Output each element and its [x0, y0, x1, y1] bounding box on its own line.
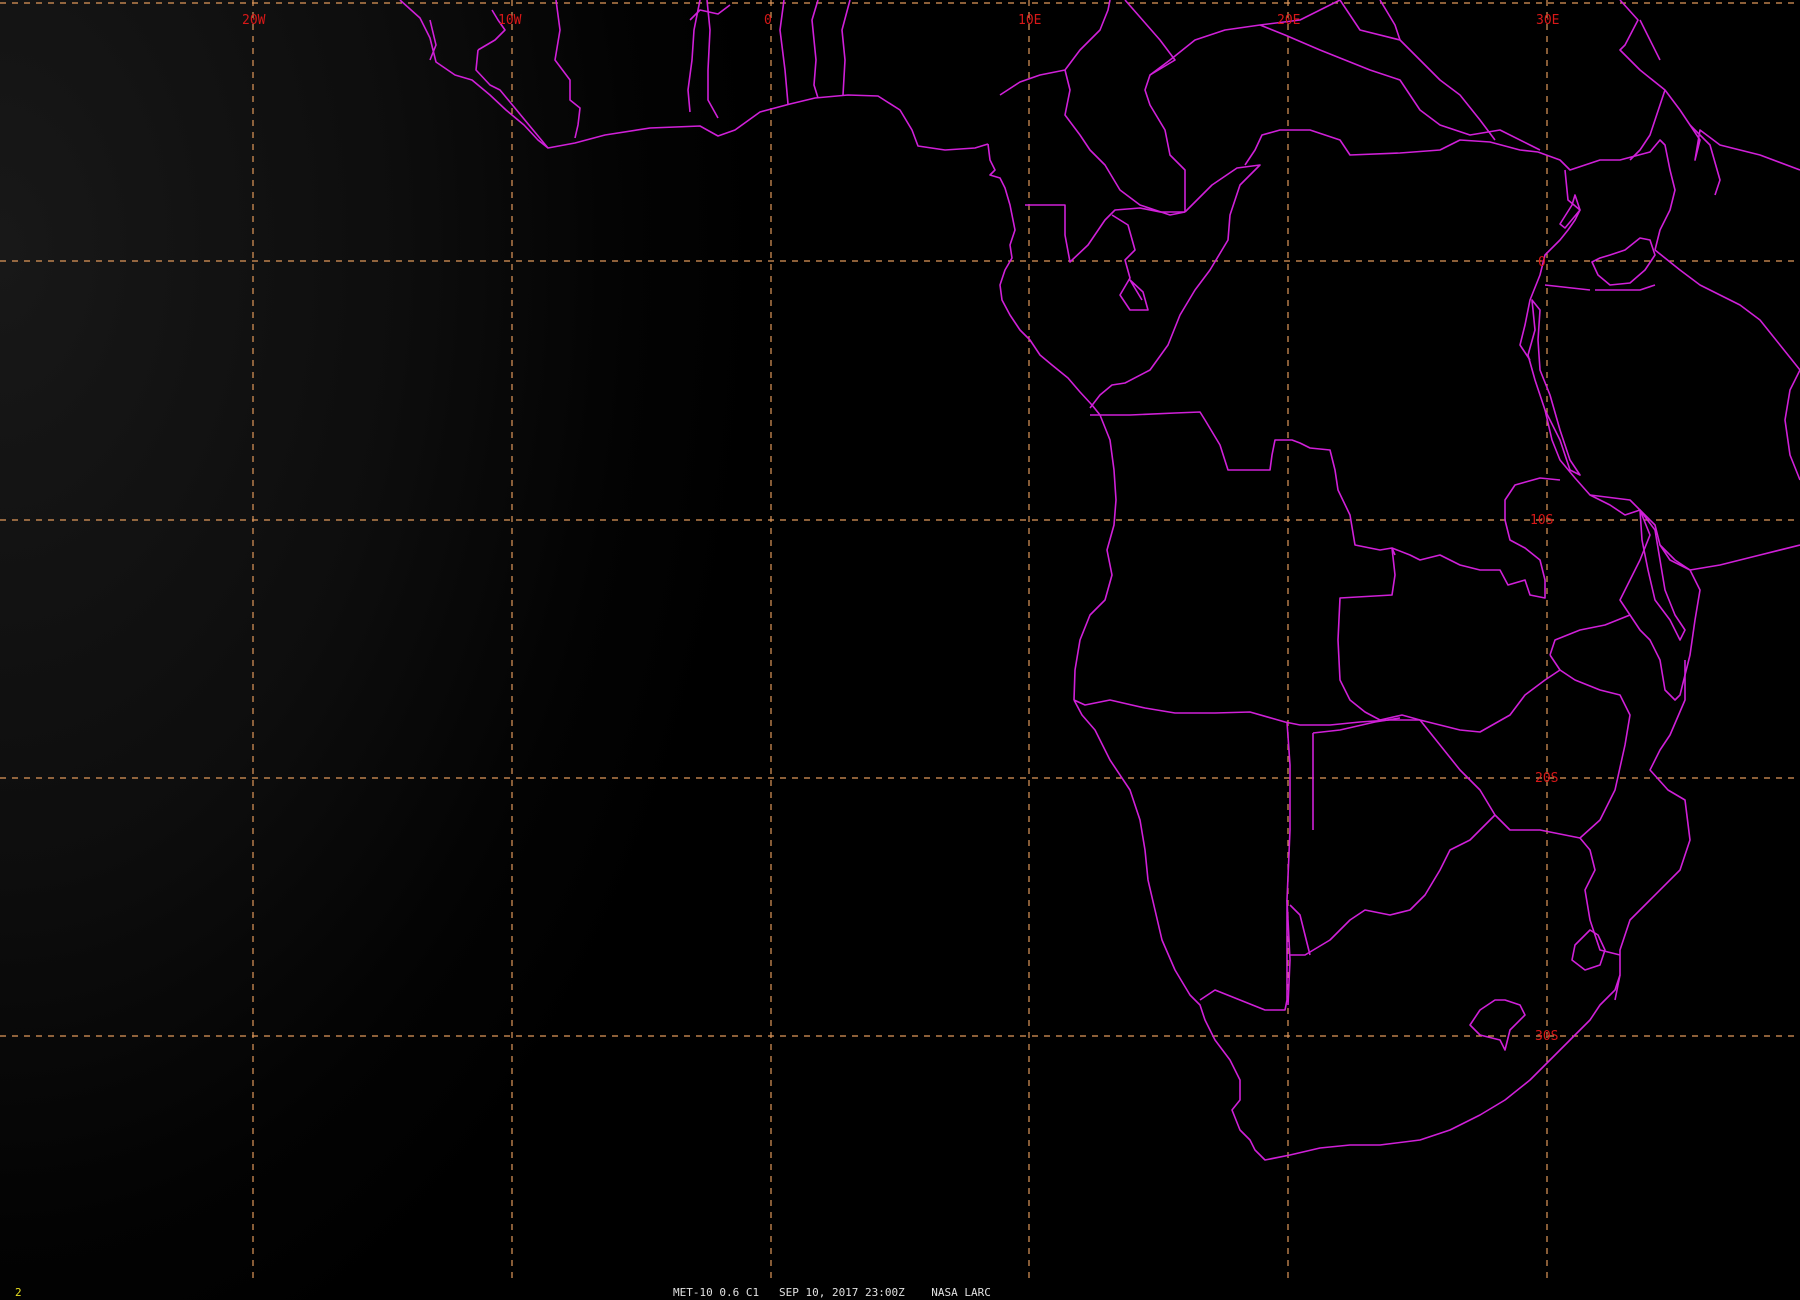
border-west-africa-2 [554, 0, 581, 139]
border-chad [1149, 0, 1341, 76]
latitude-label-30s: 30S [1535, 1029, 1558, 1044]
border-cameroon [999, 0, 1111, 96]
latitude-label-0: 0 [1538, 255, 1546, 270]
border-kenya-tanzania [1654, 249, 1800, 371]
border-south-sudan [1259, 0, 1541, 151]
border-tanzania-zambia [1544, 409, 1800, 571]
lake-malawi [1639, 509, 1686, 641]
border-gabon-inner [1111, 214, 1149, 311]
image-footer: 2 MET-10 0.6 C1 SEP 10, 2017 23:00Z NASA… [0, 1284, 1800, 1300]
border-mozambique-coast [1614, 660, 1691, 1001]
border-zambia-malawi [1549, 494, 1651, 656]
longitude-label-0: 0 [764, 13, 772, 28]
lake-tanganyika [1527, 299, 1581, 476]
coastline-central-africa [987, 143, 1117, 701]
border-uganda-drc [1519, 169, 1581, 361]
border-uganda-kenya [1537, 139, 1676, 251]
border-horn [1629, 19, 1721, 196]
longitude-label-10e: 10E [1018, 13, 1041, 28]
country-borders [399, 0, 1800, 1161]
lake-albert [1559, 194, 1581, 229]
coastline-west-africa [399, 0, 989, 151]
satellite-image: 20W 10W 0 10E 20E 30E 0 10S 20S 30S [0, 0, 1800, 1300]
border-malawi-mozambique [1629, 544, 1701, 701]
latitude-label-20s: 20S [1535, 771, 1558, 786]
border-namibia-botswana [1199, 721, 1291, 1011]
border-car-drc [1244, 129, 1539, 166]
frame-number: 2 [15, 1286, 22, 1299]
border-west-africa-4 [779, 0, 851, 105]
border-sudan [1339, 0, 1496, 141]
longitude-label-10w: 10W [498, 13, 522, 28]
border-angola-north [1090, 411, 1396, 556]
border-tanzania-north [1544, 284, 1656, 291]
border-car-north [1124, 0, 1186, 212]
border-drc-zambia [1391, 477, 1561, 599]
longitude-label-20e: 20E [1277, 13, 1300, 28]
map-canvas: 20W 10W 0 10E 20E 30E 0 10S 20S 30S [0, 0, 1800, 1282]
coastline-southern-africa [1073, 699, 1621, 1161]
latitude-label-10s: 10S [1530, 513, 1553, 528]
border-east-africa-coast [1784, 369, 1800, 481]
longitude-label-20w: 20W [242, 13, 266, 28]
border-zambia-zimbabwe [1419, 654, 1561, 733]
border-gabon-congo [1025, 204, 1185, 263]
graticule-labels: 20W 10W 0 10E 20E 30E 0 10S 20S 30S [242, 13, 1559, 1044]
border-congo-drc [1089, 164, 1261, 409]
image-caption: MET-10 0.6 C1 SEP 10, 2017 23:00Z NASA L… [673, 1286, 991, 1299]
border-lesotho [1469, 999, 1526, 1051]
border-west-africa-1 [429, 9, 549, 149]
longitude-label-30e: 30E [1536, 13, 1559, 28]
border-botswana-south [1289, 904, 1311, 956]
border-caprivi [1312, 717, 1401, 830]
border-botswana-zimbabwe [1290, 814, 1496, 956]
graticule [0, 0, 1800, 1282]
border-angola-zambia [1337, 547, 1421, 721]
border-angola-namibia [1073, 699, 1420, 726]
